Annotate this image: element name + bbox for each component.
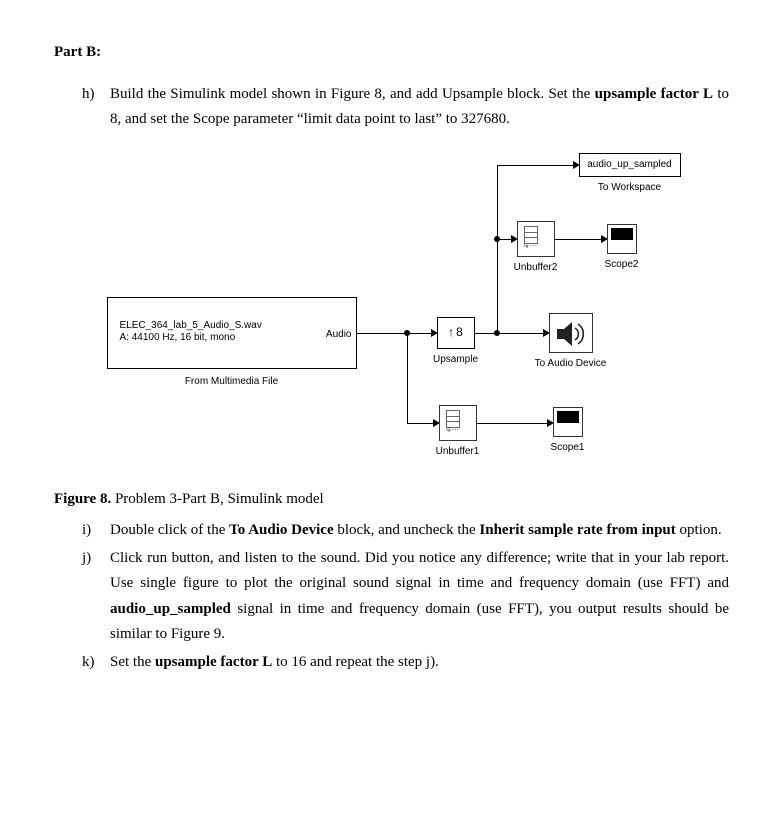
unbuffer2-block: ↳···	[517, 221, 555, 257]
source-filename: ELEC_364_lab_5_Audio_S.wav A: 44100 Hz, …	[120, 320, 310, 345]
item-i-marker: i)	[82, 518, 106, 544]
scope2-label: Scope2	[572, 256, 672, 273]
item-j-t1: Click run button, and listen to the soun…	[110, 550, 729, 592]
item-k-marker: k)	[82, 650, 106, 676]
item-i-t2: block, and uncheck the	[334, 522, 480, 538]
speaker-icon	[554, 318, 590, 350]
wire	[555, 239, 605, 240]
scope1-label: Scope1	[518, 439, 618, 456]
item-list: h) Build the Simulink model shown in Fig…	[82, 82, 729, 133]
page: Part B: h) Build the Simulink model show…	[0, 0, 783, 737]
item-j-b1: audio_up_sampled	[110, 601, 231, 617]
figure-8-caption-bold: Figure 8.	[54, 491, 111, 507]
item-h-marker: h)	[82, 82, 106, 108]
item-k-b1: upsample factor L	[155, 654, 272, 670]
item-i: i) Double click of the To Audio Device b…	[82, 518, 729, 544]
figure-8-caption-rest: Problem 3-Part B, Simulink model	[111, 491, 324, 507]
item-k: k) Set the upsample factor L to 16 and r…	[82, 650, 729, 676]
from-multimedia-file-block: ELEC_364_lab_5_Audio_S.wav A: 44100 Hz, …	[107, 297, 357, 369]
workspace-variable-name: audio_up_sampled	[587, 159, 672, 170]
up-arrow-icon: ↑	[448, 322, 454, 342]
item-h-bold-1: upsample factor L	[595, 86, 713, 102]
item-i-t1: Double click of the	[110, 522, 229, 538]
part-b-heading: Part B:	[54, 40, 729, 66]
item-i-b1: To Audio Device	[229, 522, 333, 538]
scope1-block	[553, 407, 583, 437]
item-h-text-1: Build the Simulink model shown in Figure…	[110, 86, 595, 102]
item-j: j) Click run button, and listen to the s…	[82, 546, 729, 648]
to-workspace-block: audio_up_sampled	[579, 153, 681, 177]
item-k-t2: to 16 and repeat the step j).	[272, 654, 439, 670]
scope2-block	[607, 224, 637, 254]
wire	[497, 165, 498, 239]
source-line2: A: 44100 Hz, 16 bit, mono	[120, 332, 236, 343]
item-i-b2: Inherit sample rate from input	[479, 522, 675, 538]
item-k-t1: Set the	[110, 654, 155, 670]
source-port-label: Audio	[326, 326, 352, 343]
wire	[475, 333, 547, 334]
upsample-factor: 8	[456, 322, 463, 342]
wire	[497, 165, 577, 166]
unbuffer1-block: ↳···	[439, 405, 477, 441]
to-workspace-label: To Workspace	[580, 179, 680, 196]
wire	[407, 333, 408, 423]
figure-8: ELEC_364_lab_5_Audio_S.wav A: 44100 Hz, …	[54, 147, 729, 477]
wire	[497, 239, 498, 333]
wire	[477, 423, 551, 424]
wire	[357, 333, 435, 334]
unbuffer2-label: Unbuffer2	[486, 259, 586, 276]
source-line1: ELEC_364_lab_5_Audio_S.wav	[120, 320, 262, 331]
simulink-diagram: ELEC_364_lab_5_Audio_S.wav A: 44100 Hz, …	[97, 147, 687, 477]
item-j-marker: j)	[82, 546, 106, 572]
to-audio-device-block	[549, 313, 593, 353]
upsample-block: ↑8	[437, 317, 475, 349]
item-list-2: i) Double click of the To Audio Device b…	[82, 518, 729, 675]
unbuffer1-label: Unbuffer1	[408, 443, 508, 460]
item-h: h) Build the Simulink model shown in Fig…	[82, 82, 729, 133]
item-i-t3: option.	[676, 522, 722, 538]
from-multimedia-file-label: From Multimedia File	[182, 373, 282, 390]
figure-8-caption: Figure 8. Problem 3-Part B, Simulink mod…	[54, 487, 729, 513]
upsample-label: Upsample	[406, 351, 506, 368]
to-audio-device-label: To Audio Device	[521, 355, 621, 372]
